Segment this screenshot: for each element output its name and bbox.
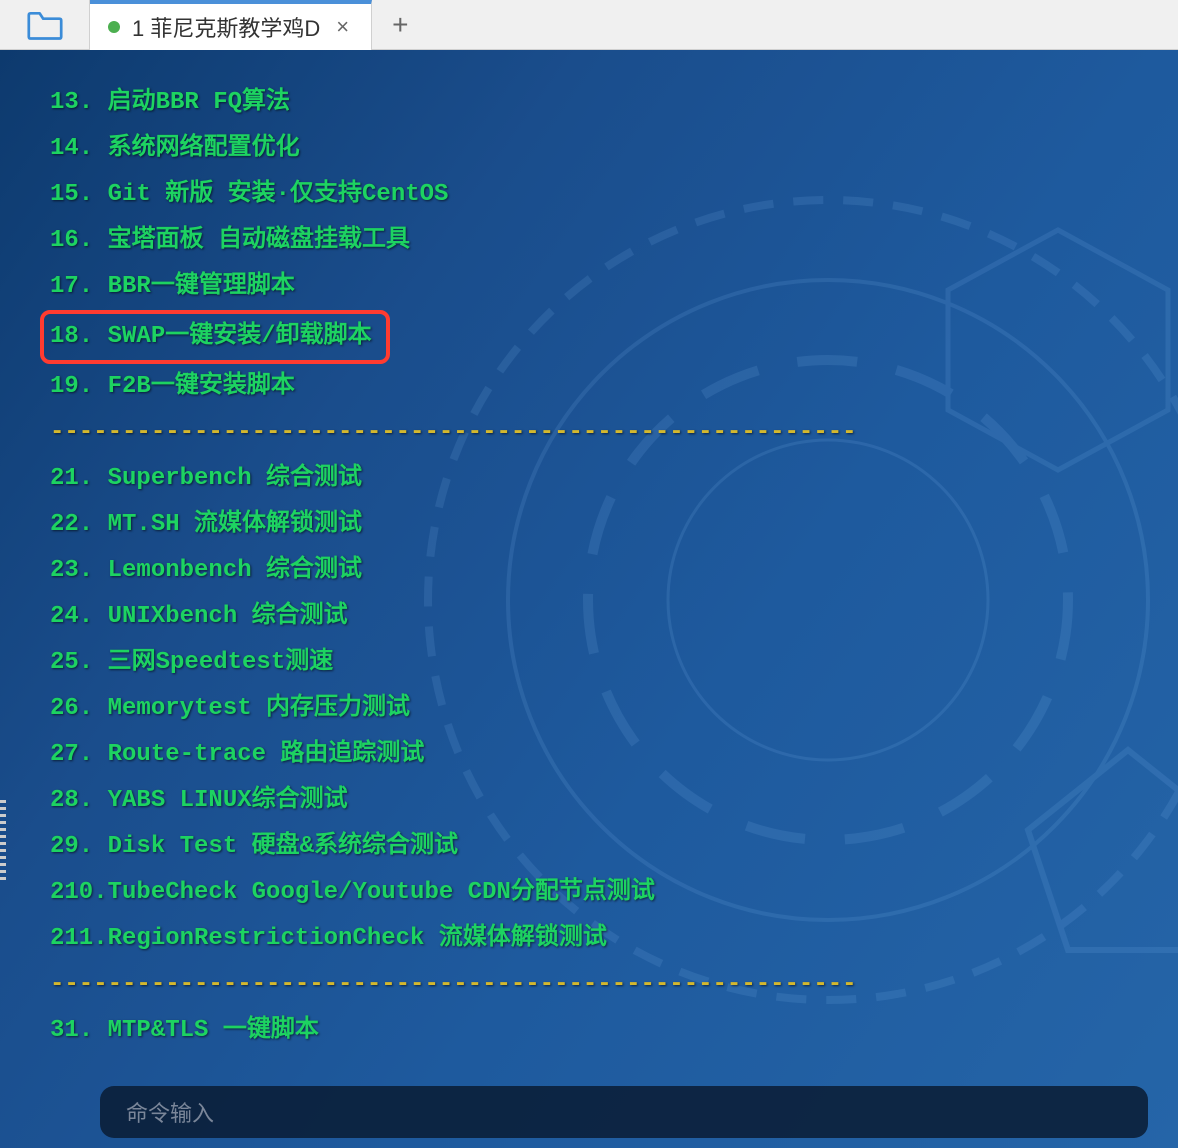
highlighted-menu-item: 18. SWAP一键安装/卸载脚本 [40, 310, 390, 364]
menu-line: 28. YABS LINUX综合测试 [50, 778, 1128, 824]
menu-line: 22. MT.SH 流媒体解锁测试 [50, 502, 1128, 548]
menu-line: 26. Memorytest 内存压力测试 [50, 686, 1128, 732]
menu-line: 19. F2B一键安装脚本 [50, 364, 1128, 410]
add-tab-button[interactable]: + [372, 9, 428, 41]
terminal[interactable]: 13. 启动BBR FQ算法14. 系统网络配置优化15. Git 新版 安装·… [0, 50, 1178, 1148]
folder-button[interactable] [0, 0, 90, 50]
menu-line: 23. Lemonbench 综合测试 [50, 548, 1128, 594]
menu-line: 210.TubeCheck Google/Youtube CDN分配节点测试 [50, 870, 1128, 916]
terminal-content: 13. 启动BBR FQ算法14. 系统网络配置优化15. Git 新版 安装·… [0, 50, 1178, 1084]
menu-line: ----------------------------------------… [50, 410, 1128, 456]
command-input-placeholder: 命令输入 [126, 1096, 214, 1128]
menu-line: 14. 系统网络配置优化 [50, 126, 1128, 172]
menu-line: 211.RegionRestrictionCheck 流媒体解锁测试 [50, 916, 1128, 962]
menu-line: 25. 三网Speedtest测速 [50, 640, 1128, 686]
menu-line: 16. 宝塔面板 自动磁盘挂载工具 [50, 218, 1128, 264]
tab-label: 1 菲尼克斯教学鸡D [132, 11, 320, 43]
menu-line: 24. UNIXbench 综合测试 [50, 594, 1128, 640]
menu-line: 15. Git 新版 安装·仅支持CentOS [50, 172, 1128, 218]
close-icon[interactable]: × [332, 14, 353, 40]
tab-active[interactable]: 1 菲尼克斯教学鸡D × [90, 0, 372, 50]
menu-line: 29. Disk Test 硬盘&系统综合测试 [50, 824, 1128, 870]
menu-line: 31. MTP&TLS 一键脚本 [50, 1008, 1128, 1054]
menu-line: 18. SWAP一键安装/卸载脚本 [50, 310, 1128, 364]
tab-status-dot-icon [108, 21, 120, 33]
menu-line: ----------------------------------------… [50, 962, 1128, 1008]
menu-line: 17. BBR一键管理脚本 [50, 264, 1128, 310]
tab-bar: 1 菲尼克斯教学鸡D × + [0, 0, 1178, 50]
menu-line: 13. 启动BBR FQ算法 [50, 80, 1128, 126]
command-input[interactable]: 命令输入 [100, 1086, 1148, 1138]
menu-line: 21. Superbench 综合测试 [50, 456, 1128, 502]
menu-line: 27. Route-trace 路由追踪测试 [50, 732, 1128, 778]
folder-icon [27, 9, 63, 41]
